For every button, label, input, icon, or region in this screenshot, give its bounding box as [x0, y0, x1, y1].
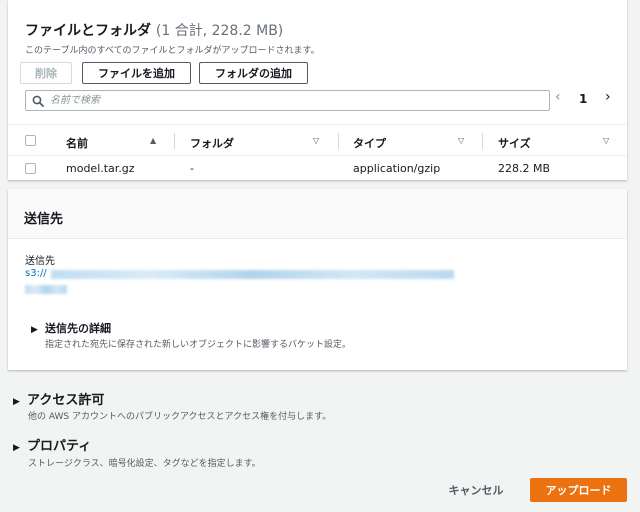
- pager-prev-button[interactable]: ‹: [555, 89, 561, 105]
- column-header-name[interactable]: 名前: [66, 135, 88, 151]
- access-title: アクセス許可: [27, 393, 105, 408]
- cell-name: model.tar.gz: [66, 162, 135, 175]
- expand-triangle-icon: ▶: [13, 443, 20, 453]
- properties-description: ストレージクラス、暗号化設定、タグなどを指定します。: [28, 459, 261, 469]
- column-divider: [482, 133, 483, 149]
- redacted-bucket-path-line2: [25, 285, 67, 294]
- destination-title: 送信先: [24, 212, 64, 227]
- column-divider: [174, 133, 175, 149]
- destination-header: 送信先: [8, 189, 627, 239]
- add-files-button[interactable]: ファイルを追加: [82, 62, 191, 84]
- expand-triangle-icon: ▶: [31, 325, 38, 335]
- cancel-button[interactable]: キャンセル: [442, 478, 510, 502]
- search-icon: [32, 95, 44, 107]
- pager-next-button[interactable]: ›: [605, 89, 611, 105]
- destination-details-toggle[interactable]: ▶ 送信先の詳細: [31, 320, 111, 336]
- destination-label: 送信先: [25, 256, 55, 267]
- cell-size: 228.2 MB: [498, 162, 551, 175]
- row-checkbox[interactable]: [25, 163, 36, 174]
- expand-triangle-icon: ▶: [13, 397, 20, 407]
- properties-section-toggle[interactable]: ▶ プロパティ: [13, 435, 91, 454]
- add-folder-button[interactable]: フォルダの追加: [199, 62, 308, 84]
- select-all-checkbox[interactable]: [25, 135, 36, 146]
- upload-button[interactable]: アップロード: [530, 478, 627, 502]
- column-divider: [338, 133, 339, 149]
- files-title: ファイルとフォルダ (1 合計, 228.2 MB): [25, 20, 283, 40]
- search-input[interactable]: [50, 93, 540, 108]
- sort-icon[interactable]: ▽: [603, 136, 609, 145]
- destination-url[interactable]: s3://: [25, 268, 47, 279]
- pager-page-number[interactable]: 1: [579, 92, 587, 106]
- cell-folder: -: [190, 162, 194, 175]
- cell-type: application/gzip: [353, 162, 441, 175]
- files-description: このテーブル内のすべてのファイルとフォルダがアップロードされます。: [25, 46, 320, 56]
- column-header-folder[interactable]: フォルダ: [190, 135, 234, 151]
- destination-url-prefix[interactable]: s3://: [25, 268, 47, 279]
- files-panel: ファイルとフォルダ (1 合計, 228.2 MB) このテーブル内のすべてのフ…: [8, 0, 627, 180]
- sort-asc-icon[interactable]: ▲: [150, 136, 156, 145]
- properties-title: プロパティ: [27, 439, 92, 454]
- sort-icon[interactable]: ▽: [458, 136, 464, 145]
- sort-icon[interactable]: ▽: [313, 136, 319, 145]
- column-header-size[interactable]: サイズ: [498, 135, 531, 151]
- files-count: (1 合計, 228.2 MB): [155, 23, 284, 39]
- column-header-type[interactable]: タイプ: [353, 135, 386, 151]
- access-description: 他の AWS アカウントへのパブリックアクセスとアクセス権を付与します。: [28, 412, 332, 422]
- destination-details-label: 送信先の詳細: [45, 322, 111, 335]
- destination-panel: 送信先 送信先 s3:// ▶ 送信先の詳細 指定された宛先に保存された新しいオブ…: [8, 189, 627, 370]
- search-box[interactable]: [25, 90, 550, 111]
- destination-details-description: 指定された宛先に保存された新しいオブジェクトに影響するバケット設定。: [45, 340, 352, 350]
- delete-button[interactable]: 削除: [20, 62, 72, 84]
- files-title-text: ファイルとフォルダ: [25, 23, 151, 39]
- access-section-toggle[interactable]: ▶ アクセス許可: [13, 389, 104, 408]
- table-header: 名前 ▲ フォルダ ▽ タイプ ▽ サイズ ▽: [8, 124, 627, 156]
- table-row: model.tar.gz - application/gzip 228.2 MB: [8, 157, 627, 180]
- redacted-bucket-path: [51, 270, 454, 279]
